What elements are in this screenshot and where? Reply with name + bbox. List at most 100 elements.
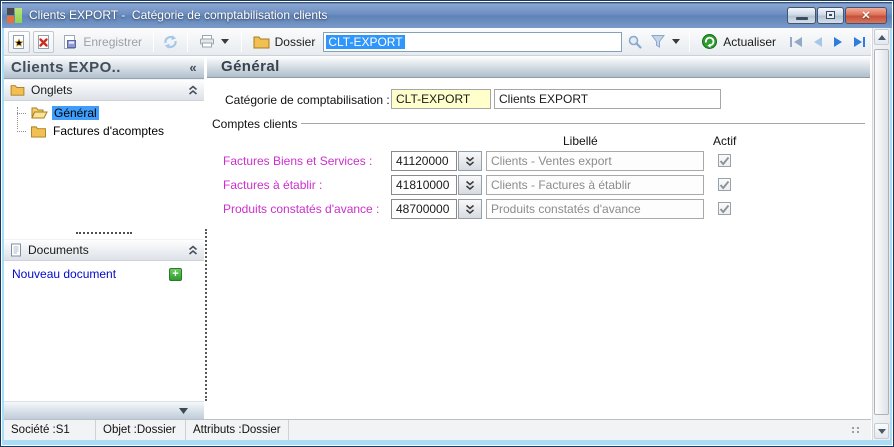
status-attributs: Attributs :Dossier [186,420,289,440]
account-combo[interactable]: 41120000 [391,151,482,171]
horizontal-splitter-handle[interactable] [76,232,132,234]
account-number-field[interactable]: 48700000 [391,199,457,219]
group-divider [301,123,865,125]
add-document-button[interactable]: + [169,267,182,281]
account-row: Factures Biens et Services : 41120000 Cl… [207,151,870,171]
tree-item-label: Général [52,106,99,120]
delete-button[interactable] [32,30,55,53]
search-button[interactable] [625,31,646,53]
folder-icon [253,36,270,48]
search-icon [628,35,642,49]
account-dropdown-button[interactable] [458,199,482,219]
window-frame [2,28,4,445]
arrow-up-icon [877,34,886,40]
dossier-button-label: Dossier [274,34,316,49]
account-combo[interactable]: 48700000 [391,199,482,219]
account-libelle-field: Clients - Factures à établir [486,175,704,195]
print-button[interactable] [194,31,235,53]
resize-grip-icon[interactable] [852,427,860,433]
actualiser-refresh-icon [702,34,718,49]
window-frame [890,28,892,445]
scroll-up-button[interactable] [874,29,889,45]
collapse-panel-icon[interactable] [188,84,198,96]
maximize-button[interactable] [817,6,844,24]
print-dropdown-caret-icon[interactable] [220,39,230,44]
account-number-field[interactable]: 41810000 [391,175,457,195]
documents-panel-label: Documents [28,243,89,257]
toolbar-separator [186,31,188,52]
chevron-down-icon [179,407,188,414]
save-button-label: Enregistrer [83,34,143,49]
tree-item-label: Factures d'acomptes [53,124,165,138]
account-combo[interactable]: 41810000 [391,175,482,195]
sidebar-title: Clients EXPO.. [11,58,121,76]
double-chevron-down-icon [466,204,474,214]
actif-checkbox [718,178,731,191]
minimize-button[interactable] [787,6,816,24]
window-frame [2,440,892,445]
filter-button[interactable] [648,31,683,53]
filter-dropdown-caret-icon[interactable] [671,39,681,44]
tree-item-factures-acomptes[interactable]: Factures d'acomptes [10,122,204,140]
main-panel: Général Catégorie de comptabilisation : … [207,56,870,401]
new-document-button[interactable] [8,30,30,53]
close-button[interactable]: ✕ [845,6,887,24]
nav-last-icon[interactable] [852,36,867,48]
toolbar: Enregistrer Dossier CLT-EXPORT Actualise… [4,28,871,56]
account-row-label: Factures Biens et Services : [223,154,373,168]
tree-item-general[interactable]: Général [10,104,204,122]
nav-next-icon[interactable] [832,36,844,48]
sidebar-collapse-icon[interactable]: « [189,60,197,75]
status-objet: Objet :Dossier [96,420,186,440]
group-label: Comptes clients [212,117,298,131]
onglets-panel-label: Onglets [31,83,73,97]
account-row-label: Factures à établir : [223,178,323,192]
scroll-down-button[interactable] [874,423,889,439]
refresh-button[interactable] [160,31,181,53]
minimize-icon [795,16,808,20]
scrollbar-thumb[interactable] [874,49,889,415]
record-navigation [789,36,867,48]
status-bar: Société :S1 Objet :Dossier Attributs :Do… [4,419,871,440]
actualiser-button[interactable]: Actualiser [696,31,781,53]
new-page-star-icon [12,34,24,49]
category-label: Catégorie de comptabilisation : [225,93,390,107]
sidebar-overflow-bar[interactable] [4,401,204,419]
account-row-label: Produits constatés d'avance : [223,202,380,216]
account-dropdown-button[interactable] [458,175,482,195]
account-number-field[interactable]: 41120000 [391,151,457,171]
folder-icon [31,125,46,138]
account-libelle-field: Clients - Ventes export [486,151,704,171]
category-name-field[interactable]: Clients EXPORT [494,89,721,109]
collapse-panel-icon[interactable] [188,244,198,256]
checkmark-icon [719,204,730,213]
maximize-icon [826,11,835,19]
double-chevron-down-icon [466,156,474,166]
nav-previous-icon[interactable] [812,36,824,48]
column-header-libelle: Libellé [563,134,598,148]
category-code-field[interactable]: CLT-EXPORT [391,89,491,109]
actif-checkbox [718,154,731,167]
delete-page-icon [37,34,49,49]
filter-funnel-icon [651,35,666,48]
onglets-panel-header[interactable]: Onglets [4,79,204,101]
account-dropdown-button[interactable] [458,151,482,171]
title-bar[interactable]: Clients EXPORT - Catégorie de comptabili… [2,2,892,28]
onglets-tree: Général Factures d'acomptes [4,101,204,140]
sidebar: Clients EXPO.. « Onglets Général Facture… [4,56,204,401]
dossier-search-input[interactable]: CLT-EXPORT [323,31,622,52]
account-libelle-field: Produits constatés d'avance [486,199,704,219]
toolbar-separator [240,31,242,52]
nav-first-icon[interactable] [789,36,804,48]
save-button[interactable]: Enregistrer [57,31,147,53]
new-document-row: Nouveau document + [4,261,204,281]
dossier-button[interactable]: Dossier [248,31,321,53]
app-logo-icon [7,7,22,23]
vertical-scrollbar[interactable] [872,28,890,440]
tree-connector [17,112,26,114]
double-chevron-down-icon [466,180,474,190]
documents-panel-header[interactable]: Documents [4,239,204,261]
new-document-link[interactable]: Nouveau document [12,267,116,281]
folder-icon [10,85,25,96]
actualiser-button-label: Actualiser [723,34,776,49]
